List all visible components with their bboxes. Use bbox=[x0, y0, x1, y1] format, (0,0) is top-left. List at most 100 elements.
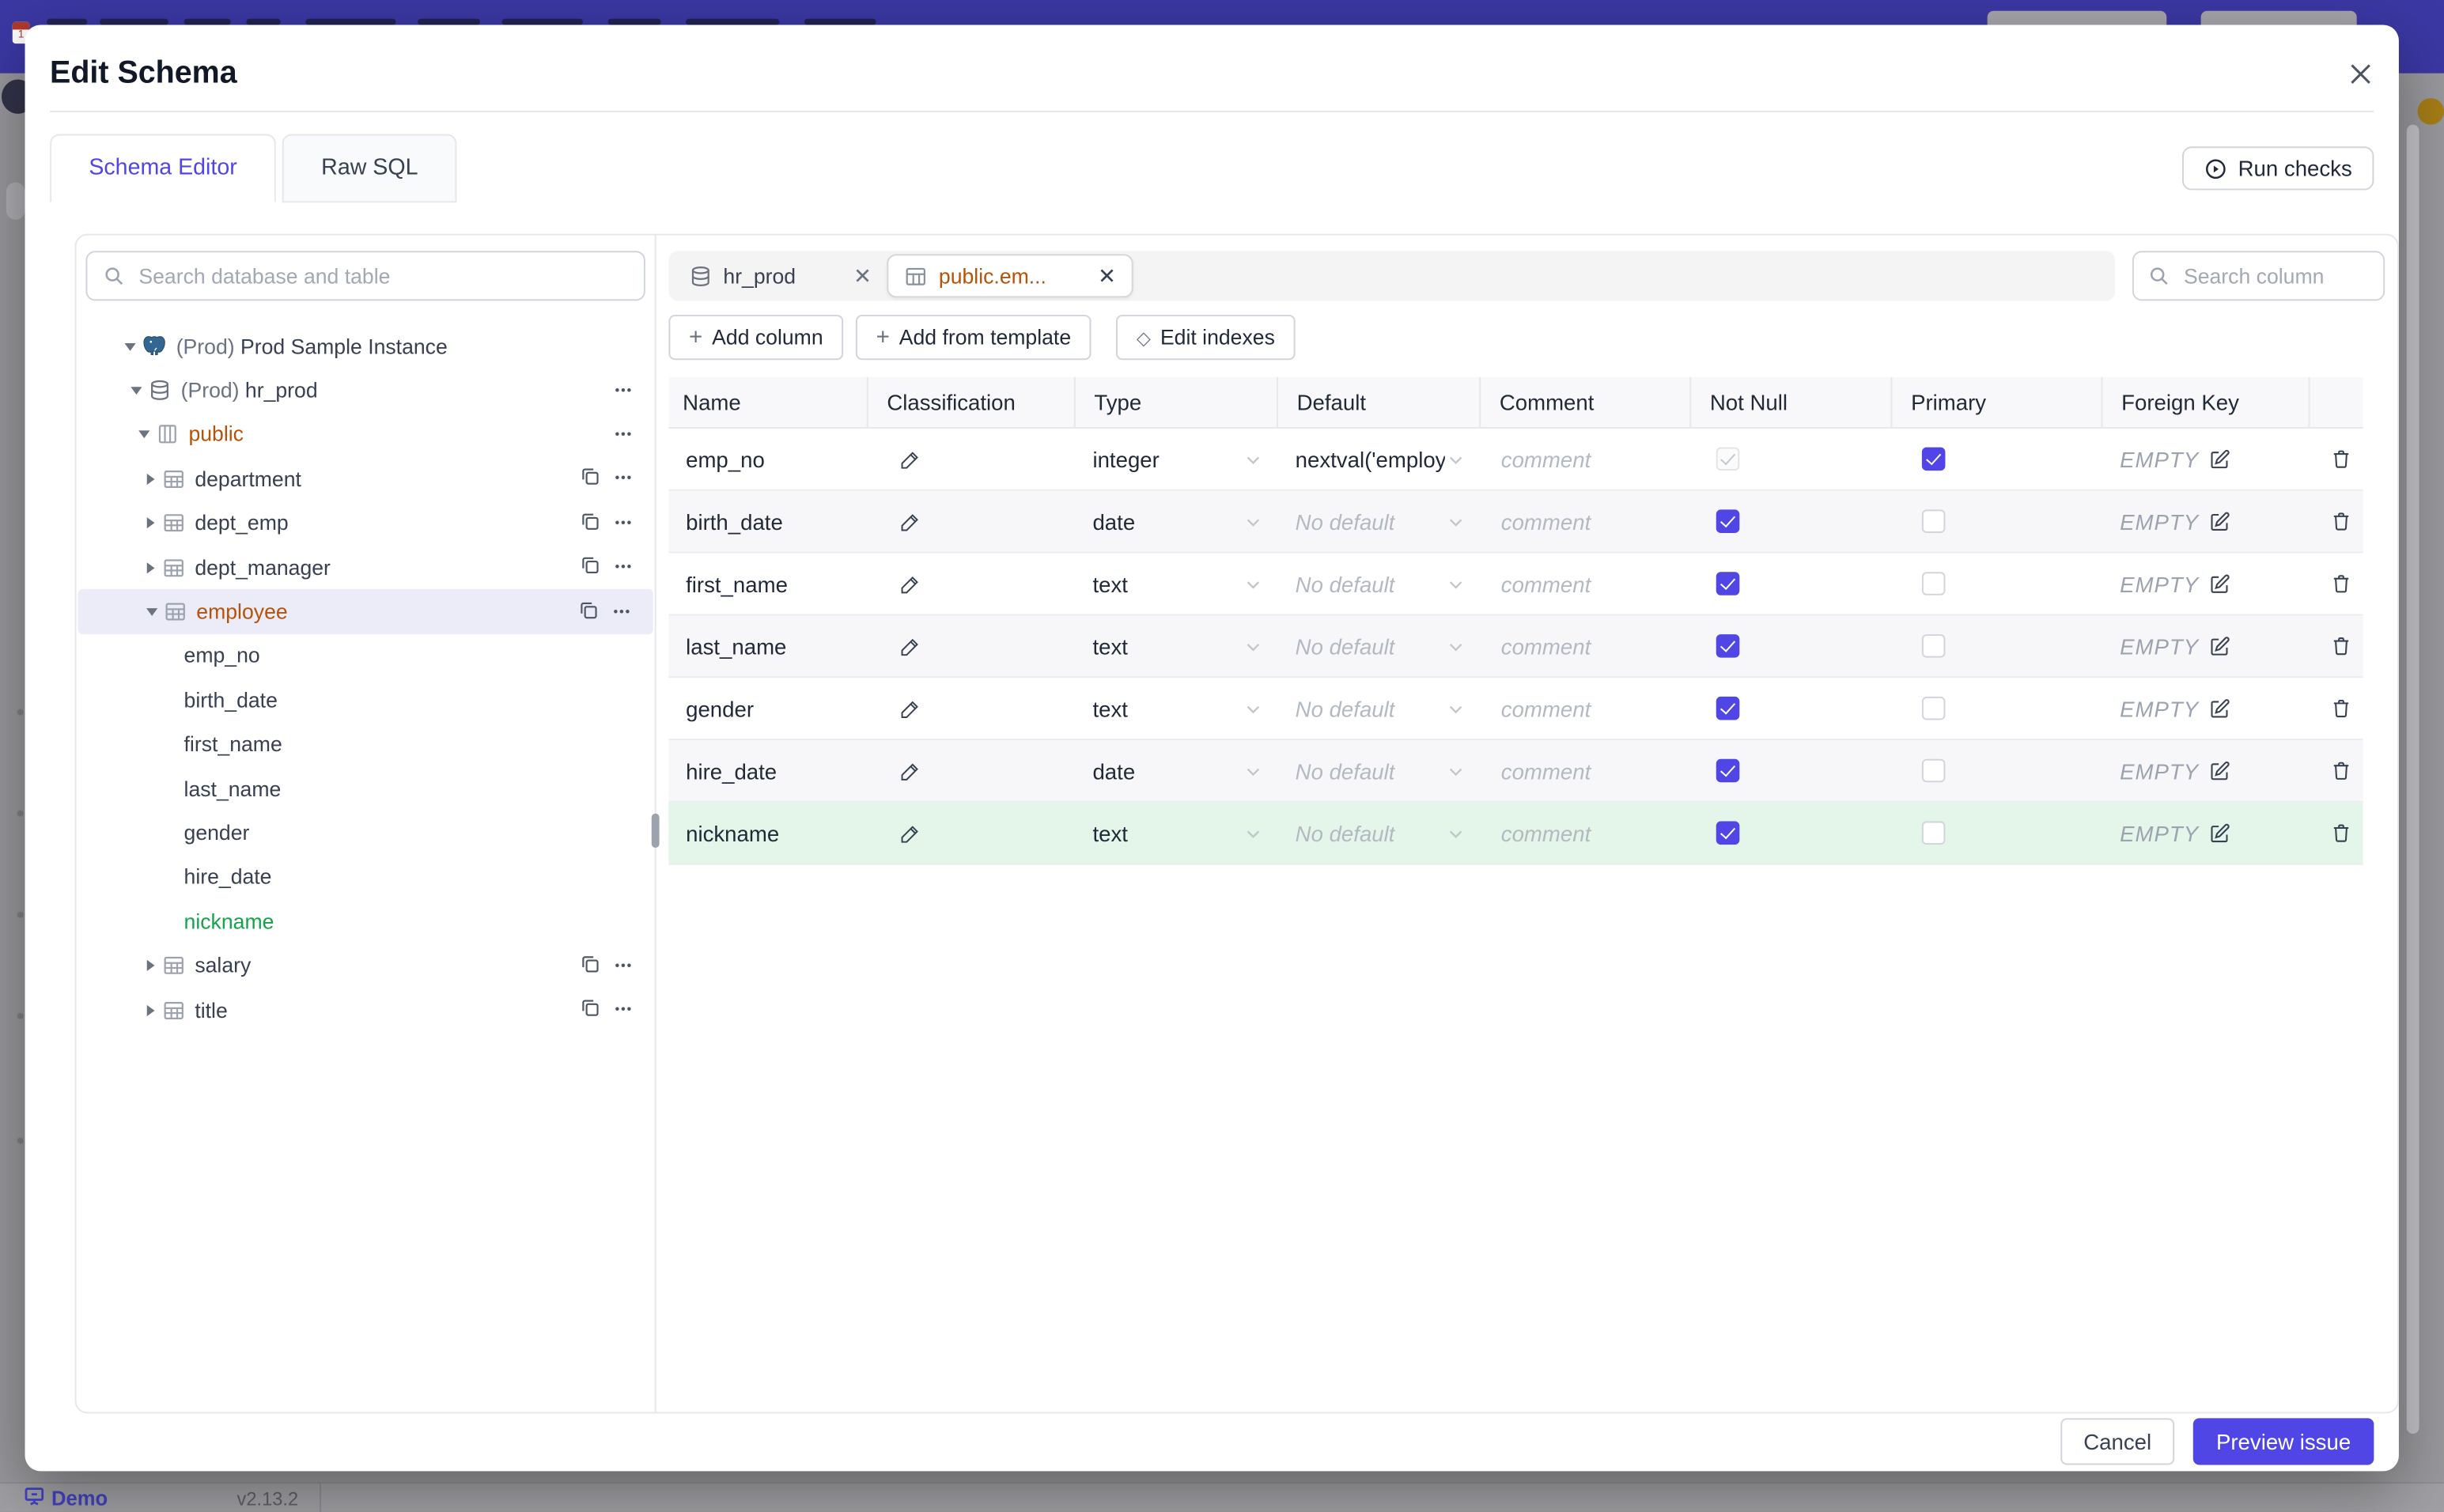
default-cell[interactable]: No default bbox=[1277, 491, 1479, 552]
type-cell[interactable]: date bbox=[1074, 740, 1277, 801]
comment-input[interactable] bbox=[1497, 756, 1690, 785]
tree-item-hire-date[interactable]: hire_date bbox=[77, 855, 655, 899]
delete-column-icon[interactable] bbox=[2330, 759, 2352, 783]
column-name-input[interactable] bbox=[683, 444, 867, 474]
tree-item-last-name[interactable]: last_name bbox=[77, 766, 655, 811]
panel-drag-handle[interactable] bbox=[651, 813, 660, 849]
type-cell[interactable]: text bbox=[1074, 615, 1277, 676]
tree-item-emp-no[interactable]: emp_no bbox=[77, 634, 655, 679]
type-cell[interactable]: text bbox=[1074, 554, 1277, 614]
edit-indexes-button[interactable]: ◇ Edit indexes bbox=[1116, 315, 1296, 361]
tree-item-first-name[interactable]: first_name bbox=[77, 722, 655, 766]
cancel-button[interactable]: Cancel bbox=[2060, 1418, 2175, 1465]
tree-item-prod-sample-instance[interactable]: (Prod) Prod Sample Instance bbox=[77, 324, 655, 369]
chevron-down-icon[interactable] bbox=[120, 339, 139, 353]
type-cell[interactable]: date bbox=[1074, 491, 1277, 552]
chevron-down-icon[interactable] bbox=[142, 605, 161, 619]
copy-icon[interactable] bbox=[577, 599, 598, 625]
run-checks-button[interactable]: Run checks bbox=[2181, 146, 2374, 191]
tree-item-department[interactable]: department ••• bbox=[77, 457, 655, 501]
type-cell[interactable]: integer bbox=[1074, 429, 1277, 490]
pencil-icon[interactable] bbox=[899, 760, 921, 782]
copy-icon[interactable] bbox=[579, 997, 600, 1022]
chevron-down-icon[interactable] bbox=[134, 428, 153, 442]
default-cell[interactable]: No default bbox=[1277, 554, 1479, 614]
primary-checkbox[interactable] bbox=[1921, 821, 1946, 845]
primary-checkbox[interactable] bbox=[1921, 696, 1946, 720]
delete-column-icon[interactable] bbox=[2330, 572, 2352, 595]
more-menu-icon[interactable]: ••• bbox=[615, 1002, 633, 1018]
copy-icon[interactable] bbox=[579, 555, 600, 580]
preview-issue-button[interactable]: Preview issue bbox=[2192, 1418, 2374, 1465]
tab-chip-hr-prod[interactable]: hr_prod ✕ bbox=[673, 254, 887, 297]
edit-foreign-key-icon[interactable] bbox=[2208, 573, 2230, 595]
tree-item-title[interactable]: title ••• bbox=[77, 988, 655, 1032]
copy-icon[interactable] bbox=[579, 511, 600, 536]
comment-input[interactable] bbox=[1497, 632, 1690, 660]
more-menu-icon[interactable]: ••• bbox=[615, 958, 633, 973]
copy-icon[interactable] bbox=[579, 467, 600, 492]
default-cell[interactable]: No default bbox=[1277, 803, 1479, 864]
edit-foreign-key-icon[interactable] bbox=[2208, 635, 2230, 657]
column-name-input[interactable] bbox=[683, 632, 867, 660]
column-name-input[interactable] bbox=[683, 756, 867, 785]
type-cell[interactable]: text bbox=[1074, 678, 1277, 739]
default-cell[interactable]: nextval('employ bbox=[1277, 429, 1479, 490]
tree-item-salary[interactable]: salary ••• bbox=[77, 943, 655, 988]
tree-item-gender[interactable]: gender bbox=[77, 811, 655, 855]
chevron-right-icon[interactable] bbox=[140, 516, 159, 531]
tab-raw-sql[interactable]: Raw SQL bbox=[282, 134, 457, 203]
primary-checkbox[interactable] bbox=[1921, 634, 1946, 658]
tree-item-dept-manager[interactable]: dept_manager ••• bbox=[77, 546, 655, 590]
pencil-icon[interactable] bbox=[899, 510, 921, 532]
delete-column-icon[interactable] bbox=[2330, 509, 2352, 533]
chevron-right-icon[interactable] bbox=[140, 561, 159, 575]
tab-schema-editor[interactable]: Schema Editor bbox=[50, 134, 277, 203]
delete-column-icon[interactable] bbox=[2330, 634, 2352, 658]
type-cell[interactable]: text bbox=[1074, 803, 1277, 864]
not-null-checkbox[interactable] bbox=[1716, 509, 1740, 533]
delete-column-icon[interactable] bbox=[2330, 448, 2352, 471]
edit-foreign-key-icon[interactable] bbox=[2208, 448, 2230, 471]
more-menu-icon[interactable]: ••• bbox=[615, 427, 633, 443]
pencil-icon[interactable] bbox=[899, 822, 921, 845]
delete-column-icon[interactable] bbox=[2330, 822, 2352, 845]
chevron-right-icon[interactable] bbox=[140, 472, 159, 486]
not-null-checkbox[interactable] bbox=[1716, 821, 1740, 845]
pencil-icon[interactable] bbox=[899, 448, 921, 471]
primary-checkbox[interactable] bbox=[1921, 509, 1946, 533]
delete-column-icon[interactable] bbox=[2330, 697, 2352, 720]
pencil-icon[interactable] bbox=[899, 635, 921, 657]
page-scrollbar[interactable] bbox=[2406, 124, 2419, 1435]
column-name-input[interactable] bbox=[683, 694, 867, 723]
comment-input[interactable] bbox=[1497, 507, 1690, 535]
column-name-input[interactable] bbox=[683, 569, 867, 598]
add-from-template-button[interactable]: + Add from template bbox=[856, 315, 1091, 361]
comment-input[interactable] bbox=[1497, 694, 1690, 723]
primary-checkbox[interactable] bbox=[1921, 447, 1946, 471]
chevron-right-icon[interactable] bbox=[140, 958, 159, 973]
edit-foreign-key-icon[interactable] bbox=[2208, 822, 2230, 845]
primary-checkbox[interactable] bbox=[1921, 572, 1946, 595]
more-menu-icon[interactable]: ••• bbox=[615, 383, 633, 399]
close-icon[interactable]: ✕ bbox=[853, 263, 872, 289]
default-cell[interactable]: No default bbox=[1277, 615, 1479, 676]
more-menu-icon[interactable]: ••• bbox=[614, 604, 631, 620]
chevron-right-icon[interactable] bbox=[140, 1003, 159, 1017]
not-null-checkbox[interactable] bbox=[1716, 634, 1740, 658]
not-null-checkbox[interactable] bbox=[1716, 572, 1740, 595]
edit-foreign-key-icon[interactable] bbox=[2208, 510, 2230, 532]
default-cell[interactable]: No default bbox=[1277, 740, 1479, 801]
edit-foreign-key-icon[interactable] bbox=[2208, 697, 2230, 720]
chevron-down-icon[interactable] bbox=[127, 384, 146, 398]
tree-search-input[interactable] bbox=[135, 263, 629, 289]
header-button[interactable] bbox=[1987, 10, 2167, 25]
more-menu-icon[interactable]: ••• bbox=[615, 471, 633, 487]
not-null-checkbox[interactable] bbox=[1716, 696, 1740, 720]
not-null-checkbox[interactable] bbox=[1716, 758, 1740, 783]
column-search-input[interactable] bbox=[2181, 263, 2370, 289]
comment-input[interactable] bbox=[1497, 569, 1690, 598]
close-icon[interactable]: ✕ bbox=[1098, 263, 1116, 289]
edit-foreign-key-icon[interactable] bbox=[2208, 760, 2230, 782]
more-menu-icon[interactable]: ••• bbox=[615, 516, 633, 531]
